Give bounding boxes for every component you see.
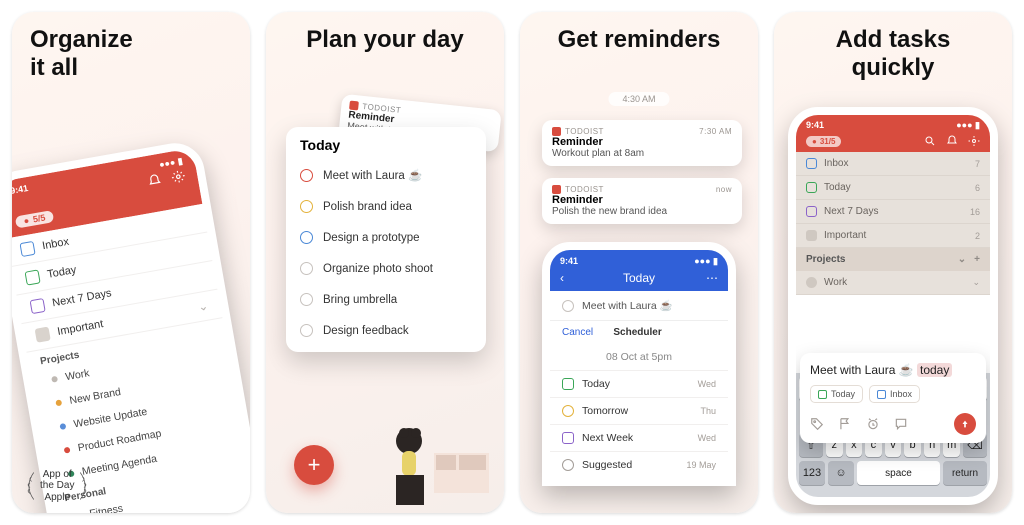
card-header: Today <box>286 137 486 159</box>
person-illustration <box>364 393 504 513</box>
panel-plan-day: Plan your day TODOIST Reminder Meet with… <box>266 12 504 513</box>
nav-next7[interactable]: Next 7 Days16 <box>796 200 990 224</box>
nav-today[interactable]: Today6 <box>796 176 990 200</box>
panel-organize: Organize it all 9:41 ●●● ▮ ●5/5 Inbox To… <box>12 12 250 513</box>
nav-inbox[interactable]: Inbox7 <box>796 152 990 176</box>
productivity-chip[interactable]: ●31/5 <box>806 136 841 147</box>
tag-icon[interactable] <box>810 417 824 431</box>
laurel-left-icon <box>22 471 38 501</box>
panel-title: Plan your day <box>266 12 504 54</box>
panel-reminders: Get reminders 4:30 AM TODOIST7:30 AM Rem… <box>520 12 758 513</box>
phone-mock: 9:41 ●●● ▮ ●31/5 Inbox7 Today6 Next 7 Day… <box>788 107 998 505</box>
quick-add-card: Meet with Laura ☕ today Today Inbox <box>800 353 986 443</box>
panel-title: Add tasks quickly <box>774 12 1012 81</box>
task-row[interactable]: Organize photo shoot <box>286 253 486 284</box>
chip-inbox[interactable]: Inbox <box>869 385 920 403</box>
panel-add-quickly: Add tasks quickly 9:41 ●●● ▮ ●31/5 Inbox7… <box>774 12 1012 513</box>
phone-mock: 9:41 ●●● ▮ ●5/5 Inbox Today Next 7 Days … <box>12 139 250 513</box>
schedule-today[interactable]: TodayWed <box>550 370 728 397</box>
space-key[interactable]: space <box>857 461 940 485</box>
notif-title: Reminder <box>552 136 732 148</box>
flag-icon[interactable] <box>838 417 852 431</box>
alarm-icon[interactable] <box>866 417 880 431</box>
projects-header[interactable]: Projects⌄+ <box>796 248 990 271</box>
task-row[interactable]: Meet with Laura ☕ <box>550 291 728 321</box>
gear-icon[interactable] <box>170 169 186 185</box>
app-icon <box>552 185 561 194</box>
add-task-fab[interactable]: + <box>294 445 334 485</box>
notif-body: Workout plan at 8am <box>552 148 732 159</box>
submit-button[interactable] <box>954 413 976 435</box>
cancel-button[interactable]: Cancel <box>562 327 593 338</box>
return-key[interactable]: return <box>943 461 987 485</box>
notification-card[interactable]: TODOIST7:30 AM Reminder Workout plan at … <box>542 120 742 166</box>
notif-body: Polish the new brand idea <box>552 206 732 217</box>
today-card: Today Meet with Laura ☕ Polish brand ide… <box>286 127 486 352</box>
search-icon[interactable] <box>924 135 936 147</box>
date-display[interactable]: 08 Oct at 5pm <box>550 344 728 370</box>
scheduler-title: Scheduler <box>613 327 661 338</box>
phone-mock: 9:41 ●●● ▮ ‹ Today ⋯ Meet with Laura ☕ Ca… <box>542 242 736 486</box>
notif-time: 7:30 AM <box>699 127 732 136</box>
time-pill: 4:30 AM <box>608 92 669 106</box>
status-time: 9:41 <box>12 183 29 197</box>
status-icons: ●●● ▮ <box>956 120 980 131</box>
status-time: 9:41 <box>806 120 824 131</box>
status-time: 9:41 <box>560 256 578 267</box>
status-icons: ●●● ▮ <box>694 256 718 267</box>
panel-title: Organize it all <box>12 12 250 81</box>
numeric-key[interactable]: 123 <box>799 461 825 485</box>
add-icon[interactable]: + <box>974 254 980 265</box>
app-icon <box>552 127 561 136</box>
header-title: Today <box>623 271 655 285</box>
task-row[interactable]: Bring umbrella <box>286 284 486 315</box>
chevron-down-icon: ⌄ <box>197 299 209 315</box>
nav-important[interactable]: Important2 <box>796 224 990 248</box>
emoji-key[interactable]: ☺ <box>828 461 854 485</box>
schedule-nextweek[interactable]: Next WeekWed <box>550 424 728 451</box>
panel-title: Get reminders <box>520 12 758 54</box>
schedule-tomorrow[interactable]: TomorrowThu <box>550 397 728 424</box>
gear-icon[interactable] <box>968 135 980 147</box>
productivity-chip[interactable]: ●5/5 <box>15 210 54 228</box>
task-row[interactable]: Meet with Laura ☕ <box>286 159 486 191</box>
notif-time: now <box>716 185 732 194</box>
laurel-right-icon <box>76 471 92 501</box>
chevron-down-icon: ⌄ <box>972 277 980 288</box>
task-input[interactable]: Meet with Laura ☕ today <box>810 363 976 377</box>
chevron-down-icon: ⌄ <box>958 254 966 265</box>
back-icon[interactable]: ‹ <box>560 271 564 285</box>
task-row[interactable]: Design a prototype <box>286 222 486 253</box>
bell-icon[interactable] <box>147 173 163 189</box>
schedule-suggested[interactable]: Suggested19 May <box>550 451 728 478</box>
notification-card[interactable]: TODOISTnow Reminder Polish the new brand… <box>542 178 742 224</box>
task-row[interactable]: Design feedback <box>286 315 486 346</box>
comment-icon[interactable] <box>894 417 908 431</box>
project-row[interactable]: Work⌄ <box>796 271 990 295</box>
app-of-day-badge: App ofthe DayApple <box>22 469 92 504</box>
bell-icon[interactable] <box>946 135 958 147</box>
task-row[interactable]: Polish brand idea <box>286 191 486 222</box>
chip-today[interactable]: Today <box>810 385 863 403</box>
notif-title: Reminder <box>552 194 732 206</box>
more-icon[interactable]: ⋯ <box>706 271 718 285</box>
